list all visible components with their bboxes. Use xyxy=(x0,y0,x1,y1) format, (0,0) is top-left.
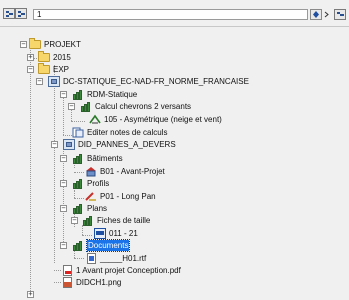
tree-item-label: Editer notes de calculs xyxy=(87,128,168,137)
tree-item-label: DIDCH1.png xyxy=(76,278,122,287)
tree-item-label: Calcul chevrons 2 versants xyxy=(95,102,192,111)
project-icon xyxy=(48,76,60,87)
pdf-file-icon xyxy=(63,265,72,276)
collapse-rdm-statique-toggle[interactable]: − xyxy=(60,91,67,98)
tree-item-label: 011 - 21 xyxy=(109,229,138,238)
collapse-batiments-toggle[interactable]: − xyxy=(60,155,67,162)
expand-2015-toggle[interactable]: + xyxy=(27,54,34,61)
chart-folder-icon xyxy=(83,216,94,226)
tree-item-label: Bâtiments xyxy=(87,154,123,163)
path-input-value: 1 xyxy=(37,10,42,19)
tree-connector xyxy=(54,65,55,263)
collapse-documents-toggle[interactable]: − xyxy=(60,242,67,249)
chart-folder-icon xyxy=(73,90,84,100)
tree-item-label: Profils xyxy=(87,179,110,188)
project-icon xyxy=(63,139,75,150)
profile-icon xyxy=(85,192,96,201)
sheet-icon xyxy=(94,228,106,239)
collapse-dc-statique-toggle[interactable]: − xyxy=(36,78,43,85)
tree-item-label: B01 - Avant-Projet xyxy=(100,167,165,176)
building-icon xyxy=(86,167,96,177)
tree-item-label: 2015 xyxy=(53,53,71,62)
collapse-plans-toggle[interactable]: − xyxy=(60,205,67,212)
toolbar: 1 xyxy=(0,0,349,27)
folder-icon xyxy=(29,38,41,49)
chart-folder-icon xyxy=(81,102,92,112)
tree-item-label: 105 - Asymétrique (neige et vent) xyxy=(104,115,222,124)
tree-item-label: Fiches de taille xyxy=(97,216,151,225)
collapse-exp-toggle[interactable]: − xyxy=(27,66,34,73)
collapse-calcul-chevrons-toggle[interactable]: − xyxy=(68,103,75,110)
notes-icon xyxy=(72,127,84,138)
tree-item-label: RDM-Statique xyxy=(87,90,138,99)
folder-icon xyxy=(38,63,50,74)
tree-toggle-icon[interactable] xyxy=(3,8,15,19)
rtf-file-icon xyxy=(87,253,96,264)
tree-item-label: _____H01.rtf xyxy=(100,254,147,263)
tree-item-label: DC-STATIQUE_EC-NAD-FR_NORME_FRANCAISE xyxy=(63,77,249,86)
chart-folder-icon xyxy=(73,204,84,214)
image-file-icon xyxy=(63,277,72,288)
collapse-fiches-taille-toggle[interactable]: − xyxy=(71,217,78,224)
tree-connector xyxy=(63,148,64,248)
chart-folder-icon xyxy=(73,154,84,164)
nav-back-icon[interactable] xyxy=(310,9,322,20)
tree-item-label: Plans xyxy=(87,204,108,213)
tree-expand-icon[interactable] xyxy=(15,8,27,19)
collapse-did-pannes-toggle[interactable]: − xyxy=(51,141,58,148)
collapse-profils-toggle[interactable]: − xyxy=(60,180,67,187)
project-tree: − PROJEKT + 2015 − EXP − DC-STATIQUE_EC-… xyxy=(0,27,349,298)
tree-connector xyxy=(82,225,83,235)
chart-folder-icon xyxy=(73,241,84,251)
chart-folder-icon xyxy=(73,179,84,189)
tree-item-label: PROJEKT xyxy=(44,40,81,49)
tree-connector xyxy=(74,190,75,198)
tree-item-label: EXP xyxy=(53,65,70,74)
collapse-projekt-toggle[interactable]: − xyxy=(20,41,27,48)
folder-icon xyxy=(38,51,50,62)
view-icon[interactable] xyxy=(334,9,346,20)
tree-item-label: DID_PANNES_A_DEVERS xyxy=(78,140,176,149)
tree-connector xyxy=(30,42,31,295)
tree-item-label: 1 Avant projet Conception.pdf xyxy=(76,266,181,275)
path-input[interactable]: 1 xyxy=(33,9,308,20)
roof-calc-icon xyxy=(89,114,101,124)
tree-item-label: Documents xyxy=(85,239,131,252)
tree-item-label: P01 - Long Pan xyxy=(100,192,156,201)
